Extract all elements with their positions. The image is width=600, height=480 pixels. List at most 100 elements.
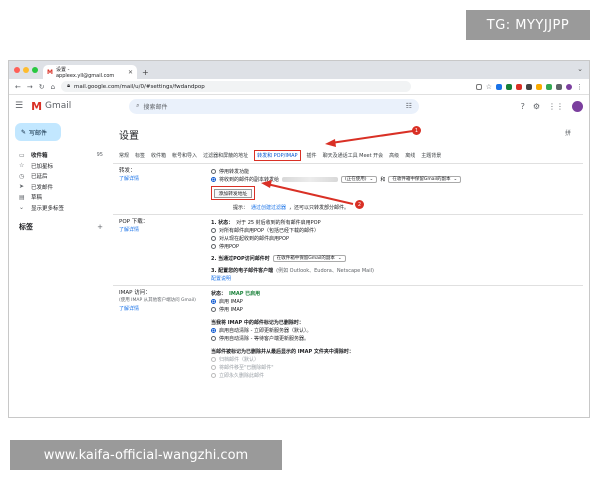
- sidebar-item-label: 已发邮件: [31, 184, 54, 191]
- tab-settings-7[interactable]: 聊天及通话工具 Meet 开会: [323, 152, 384, 159]
- pop-option-now[interactable]: 对从现在起收到的邮件启用POP: [211, 234, 583, 242]
- main-menu-icon[interactable]: ☰: [15, 101, 23, 111]
- tab-list-icon[interactable]: ⌄: [577, 65, 583, 73]
- tab-settings-6[interactable]: 插件: [307, 152, 317, 159]
- browser-tab[interactable]: M 设置 - appleex.yll@gmail.com ✕: [43, 65, 137, 79]
- labels-section: 标签 +: [9, 222, 109, 232]
- maximize-window-button[interactable]: [32, 67, 38, 73]
- sidebar-item-4[interactable]: ▤ 草稿: [9, 192, 109, 203]
- forwarding-disable-option[interactable]: 停用转发功能: [211, 167, 583, 175]
- imap-options: 状态： IMAP 已启用 启用 IMAP 停用 IMAP 当我将 IMAP 中的邮…: [211, 286, 583, 382]
- tab-settings-4[interactable]: 过滤器和屏蔽的地址: [203, 152, 248, 159]
- forwarding-address-select[interactable]: (正在使用) ⌄: [341, 175, 378, 183]
- pop-disable-radio[interactable]: [211, 243, 216, 249]
- tab-settings-10[interactable]: 主题背景: [421, 152, 441, 159]
- config-instructions-link[interactable]: 配置说明: [211, 275, 231, 282]
- forwarding-enable-option[interactable]: 将收到的邮件的副本转发给 (正在使用) ⌄ 和 在收件箱中保留Gmail的副本 ⌄: [211, 175, 583, 183]
- imap-learn-more-link[interactable]: 了解详情: [119, 305, 196, 313]
- sidebar-item-5[interactable]: ⌄ 显示更多标签: [9, 203, 109, 214]
- expunge-delete-option[interactable]: 立即永久删除此邮件: [211, 371, 583, 379]
- extension-icon-4[interactable]: [526, 83, 532, 90]
- pop-learn-more-link[interactable]: 了解详情: [119, 226, 148, 234]
- back-icon[interactable]: ←: [15, 83, 21, 91]
- pop-now-radio[interactable]: [211, 235, 216, 241]
- sidebar-item-2[interactable]: ◷ 已延后: [9, 171, 109, 182]
- expunge-trash-radio[interactable]: [211, 364, 216, 370]
- help-icon[interactable]: ?: [521, 102, 525, 111]
- search-placeholder: 搜索邮件: [143, 103, 168, 111]
- bookmark-star-icon[interactable]: ☆: [486, 83, 492, 91]
- add-label-icon[interactable]: +: [97, 223, 103, 231]
- search-icon[interactable]: ⌕: [136, 102, 139, 110]
- imap-enable-option[interactable]: 启用 IMAP: [211, 297, 583, 305]
- pop-option-disable[interactable]: 停用POP: [211, 242, 583, 250]
- forwarding-label: 转发：: [119, 168, 136, 174]
- annotation-badge-2: 2: [355, 200, 364, 209]
- imap-expunge-heading: 当邮件被标记为已删除并从最后显示的 IMAP 文件夹中清除时：: [211, 347, 583, 355]
- imap-disable-radio[interactable]: [211, 306, 216, 312]
- tab-settings-2[interactable]: 收件箱: [151, 152, 166, 159]
- menu-kebab-icon[interactable]: ⋮: [576, 83, 583, 91]
- expunge-trash-option[interactable]: 将邮件移至"已删除邮件": [211, 363, 583, 371]
- page-title: 设置: [119, 131, 139, 142]
- forwarding-disable-radio[interactable]: [211, 168, 216, 174]
- puzzle-icon[interactable]: [556, 83, 562, 90]
- imap-label-block: IMAP 访问： (使用 IMAP 从其他客户端访问 Gmail) 了解详情: [119, 289, 196, 313]
- autoexpunge-off-radio[interactable]: [211, 335, 216, 341]
- draft-icon: ▤: [19, 193, 25, 201]
- forwarding-learn-more-link[interactable]: 了解详情: [119, 175, 139, 183]
- forward-icon[interactable]: →: [27, 83, 33, 91]
- pop-status: 1. 状态： 对于 25 封后收到的所有邮件启用POP: [211, 218, 583, 226]
- settings-gear-icon[interactable]: ⚙: [533, 102, 540, 111]
- gmail-logo[interactable]: M Gmail: [31, 100, 121, 113]
- extension-icon-2[interactable]: [506, 83, 512, 90]
- forwarding-enable-label: 将收到的邮件的副本转发给: [219, 176, 280, 183]
- add-forwarding-address-button[interactable]: 添加转发地址: [213, 188, 253, 198]
- address-bar[interactable]: 🔒︎ mail.google.com/mail/u/0/#settings/fw…: [61, 81, 412, 92]
- pop-access-select[interactable]: 在收件箱中保留Gmail的副本 ⌄: [272, 254, 346, 262]
- create-filter-link[interactable]: 通过创建过滤器: [251, 204, 286, 211]
- pop-option-all[interactable]: 对所有邮件启用POP（包括已经下载的邮件）: [211, 226, 583, 234]
- tab-settings-0[interactable]: 常规: [119, 152, 129, 159]
- apps-grid-icon[interactable]: ⋮⋮: [548, 102, 564, 111]
- sidebar-item-3[interactable]: ➤ 已发邮件: [9, 182, 109, 193]
- tab-settings-3[interactable]: 帐号和导入: [172, 152, 197, 159]
- imap-enable-radio[interactable]: [211, 298, 216, 304]
- extension-icon-1[interactable]: [496, 83, 502, 90]
- expunge-archive-option[interactable]: 归档邮件（默认）: [211, 355, 583, 363]
- pop-all-radio[interactable]: [211, 227, 216, 233]
- expunge-archive-radio[interactable]: [211, 356, 216, 362]
- extension-icon-3[interactable]: [516, 83, 522, 90]
- forwarding-keep-select[interactable]: 在收件箱中保留Gmail的副本 ⌄: [388, 175, 462, 183]
- profile-avatar-icon[interactable]: [566, 83, 572, 90]
- close-tab-icon[interactable]: ✕: [128, 69, 133, 76]
- sidebar-item-1[interactable]: ☆ 已加星标: [9, 161, 109, 172]
- pop-now-label: 对从现在起收到的邮件启用POP: [219, 235, 289, 242]
- expunge-delete-radio[interactable]: [211, 372, 216, 378]
- sidebar-item-0[interactable]: ▭ 收件箱 95: [9, 150, 109, 161]
- reload-icon[interactable]: ↻: [39, 83, 45, 91]
- autoexpunge-on-radio[interactable]: [211, 327, 216, 333]
- input-tools-indicator[interactable]: 拼: [565, 128, 571, 137]
- imap-disable-option[interactable]: 停用 IMAP: [211, 305, 583, 313]
- imap-autoexpunge-off[interactable]: 停用自动清除 - 等待客户端更新服务器。: [211, 334, 583, 342]
- minimize-window-button[interactable]: [23, 67, 29, 73]
- browser-window: M 设置 - appleex.yll@gmail.com ✕ + ⌄ ← → ↻…: [8, 60, 590, 418]
- tab-settings-8[interactable]: 高级: [389, 152, 399, 159]
- extension-icon-5[interactable]: [536, 83, 542, 90]
- new-tab-button[interactable]: +: [142, 68, 149, 77]
- search-input[interactable]: ⌕ 搜索邮件 ☷: [129, 98, 420, 114]
- account-avatar[interactable]: [572, 100, 583, 112]
- add-forwarding-highlight: 添加转发地址: [211, 186, 255, 200]
- tab-settings-1[interactable]: 标签: [135, 152, 145, 159]
- tab-settings-9[interactable]: 离线: [405, 152, 415, 159]
- share-icon[interactable]: [475, 83, 482, 90]
- close-window-button[interactable]: [14, 67, 20, 73]
- tab-settings-5[interactable]: 转发和 POP/IMAP: [254, 150, 301, 161]
- search-options-icon[interactable]: ☷: [406, 102, 412, 110]
- forwarding-enable-radio[interactable]: [211, 176, 216, 182]
- imap-autoexpunge-on[interactable]: 启用自动清除 - 立即更新服务器（默认）。: [211, 326, 583, 334]
- extension-icon-6[interactable]: [546, 83, 552, 90]
- home-icon[interactable]: ⌂: [51, 83, 55, 91]
- compose-button[interactable]: ✎ 写邮件: [15, 123, 61, 141]
